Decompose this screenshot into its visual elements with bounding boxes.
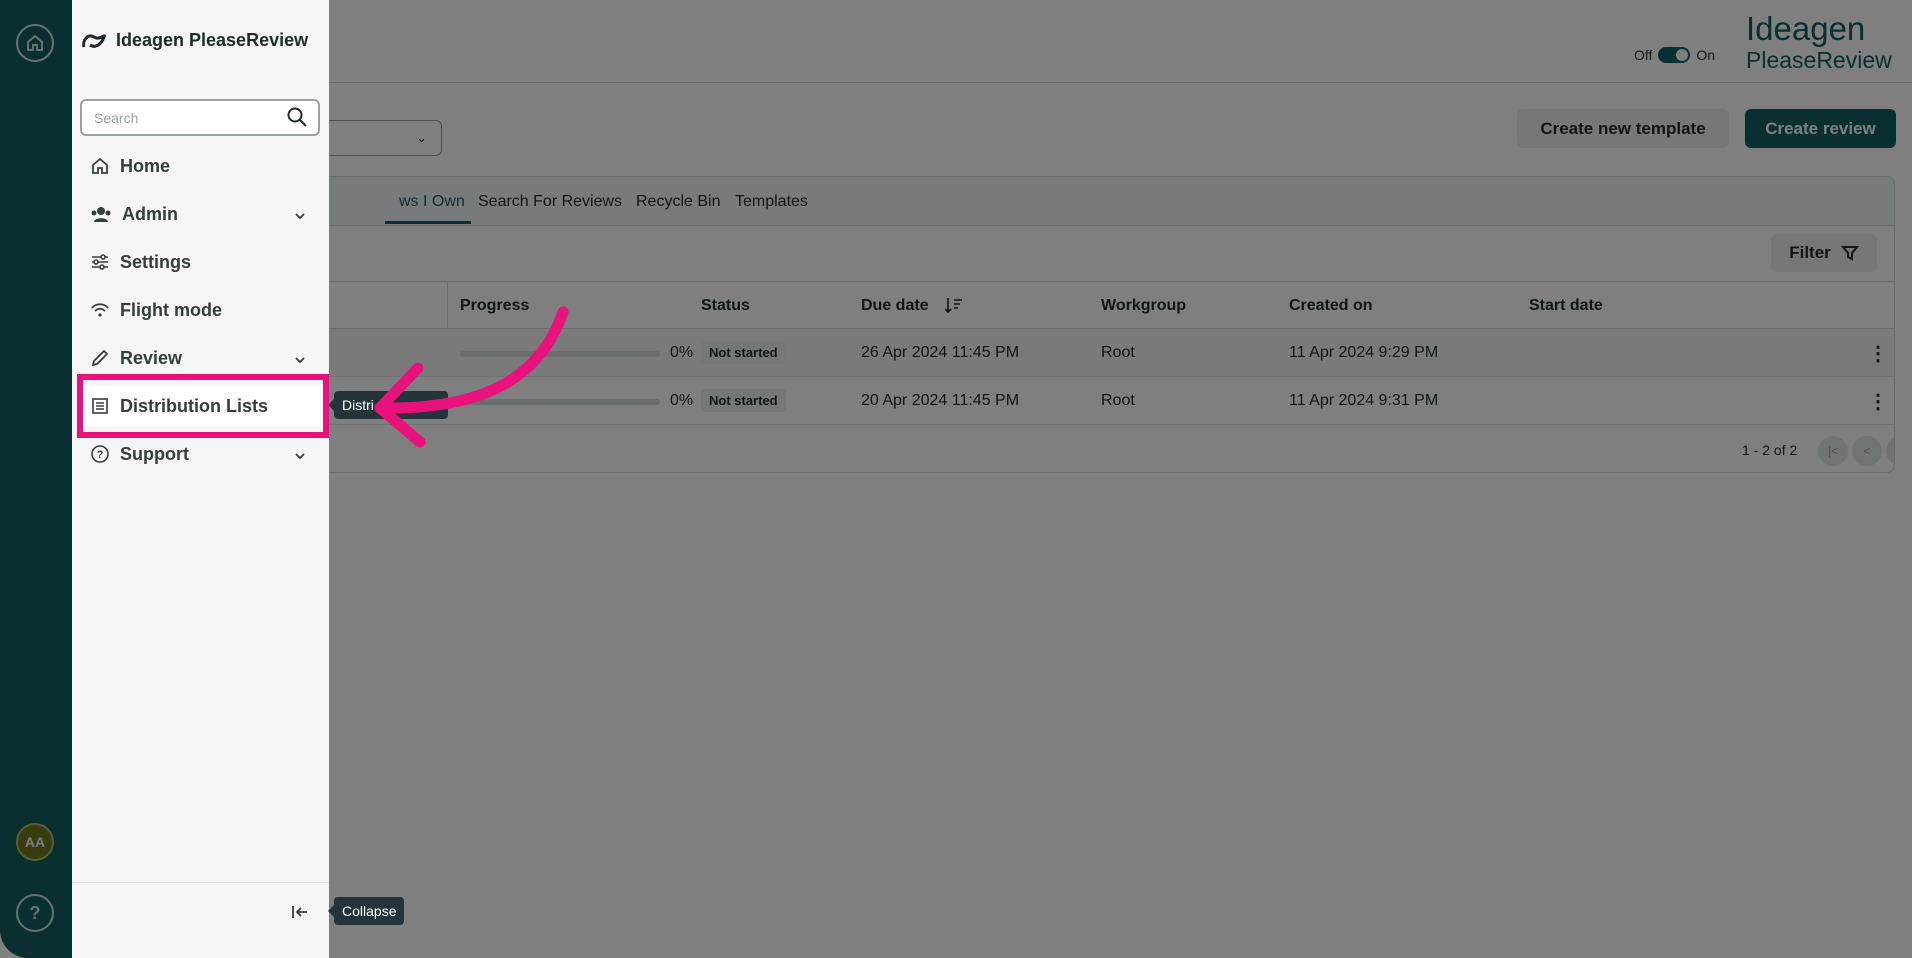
annotation-arrow: [374, 306, 569, 448]
